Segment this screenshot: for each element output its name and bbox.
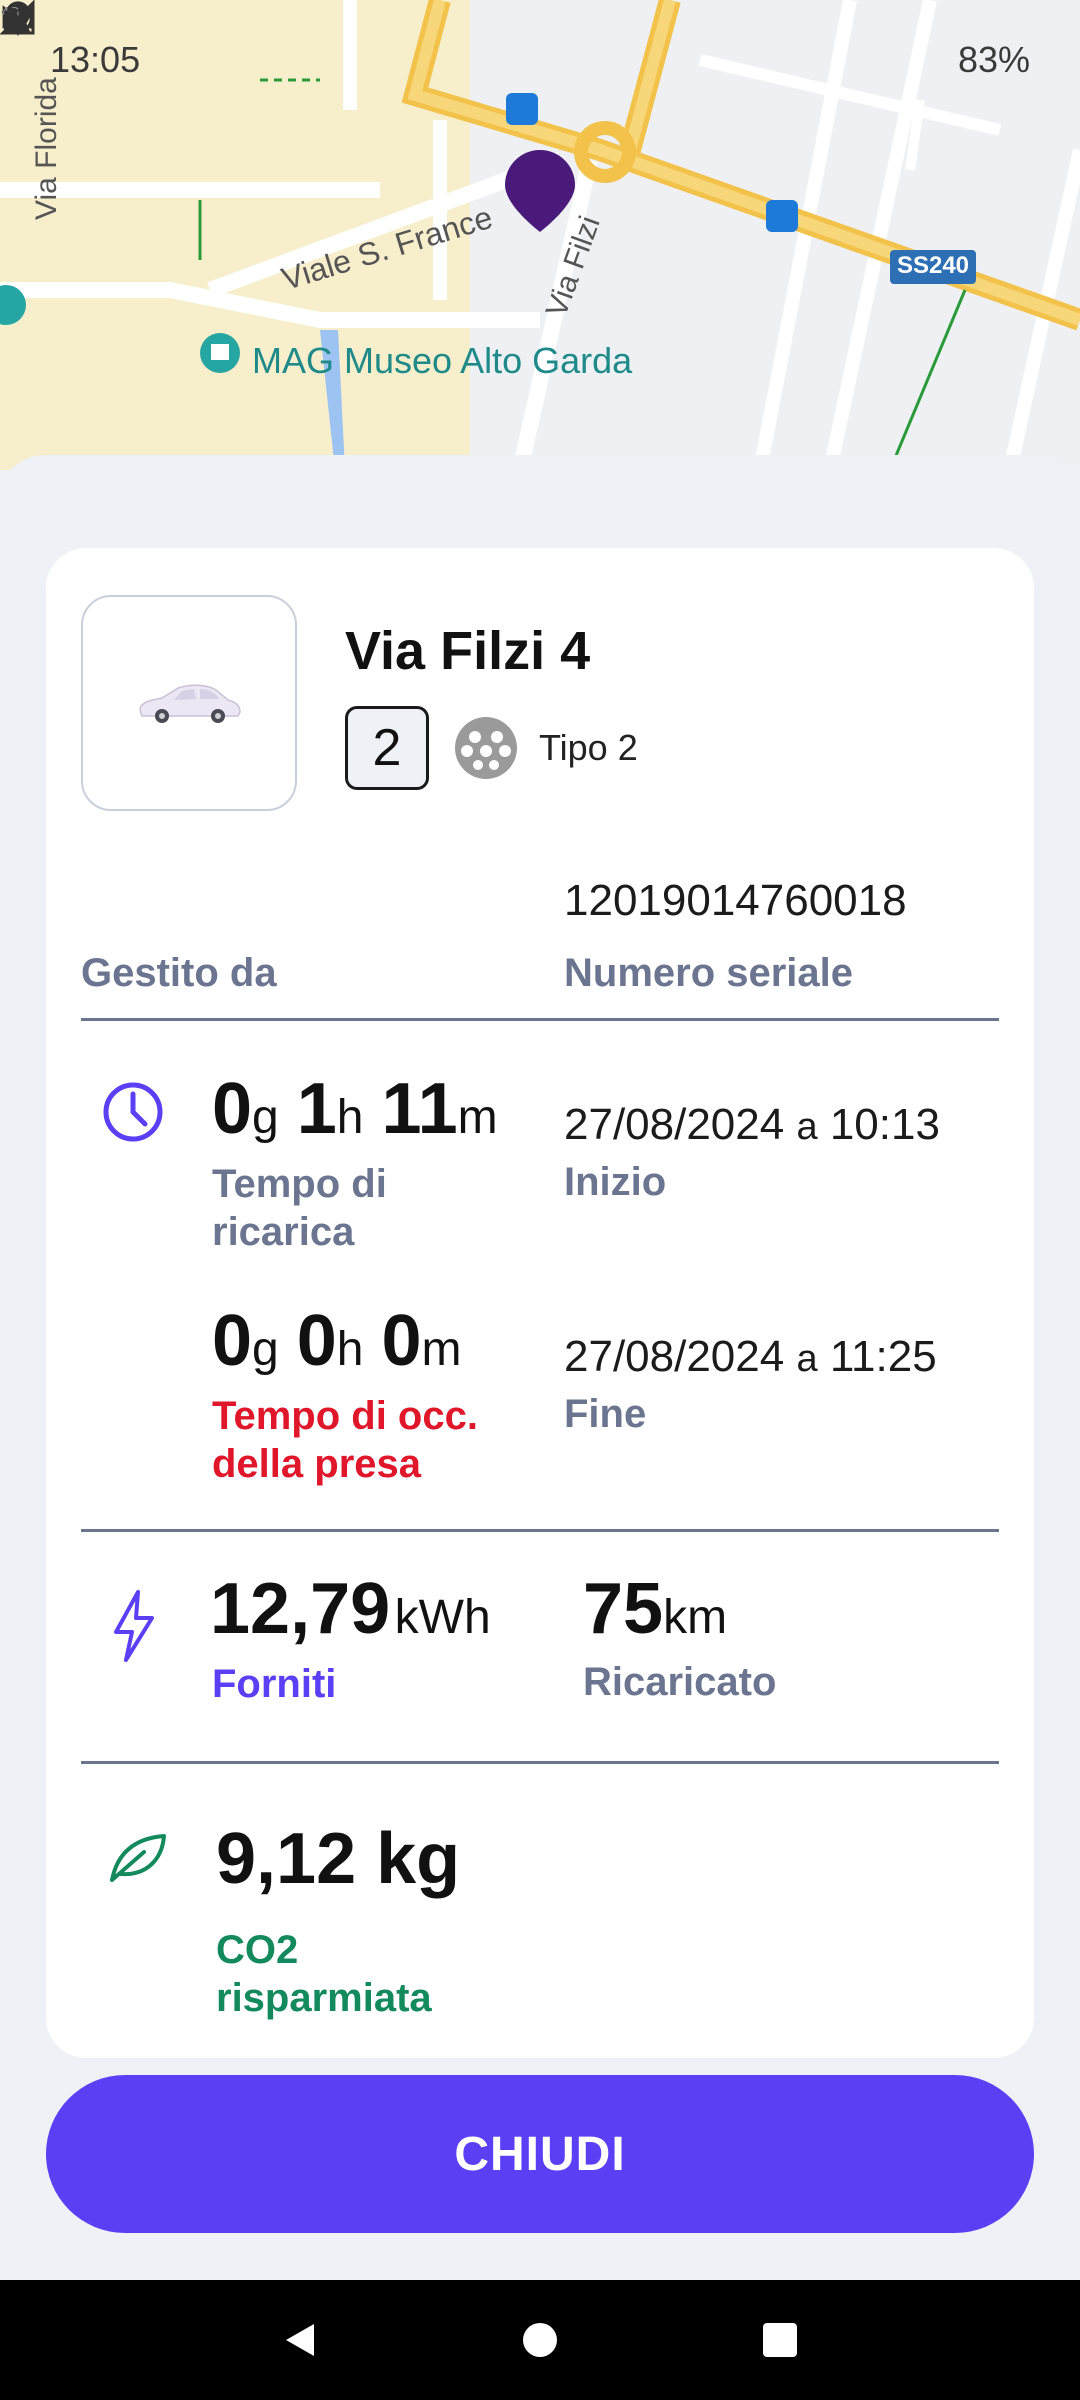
map-label-museum[interactable]: MAG Museo Alto Garda	[252, 340, 632, 382]
charge-days: 0	[212, 1069, 253, 1149]
serial-number-value: 12019014760018	[564, 876, 907, 925]
connector-count-badge: 2	[345, 706, 429, 790]
nav-back-button[interactable]	[270, 2310, 330, 2370]
start-connector-word: a	[796, 1106, 818, 1148]
clock-icon	[103, 1082, 163, 1142]
charge-hours-unit: h	[336, 1091, 364, 1144]
end-datetime: 27/08/2024 a 11:25	[564, 1332, 937, 1382]
station-thumbnail	[81, 595, 297, 811]
end-time: 11:25	[829, 1332, 937, 1381]
recents-square-icon	[763, 2323, 797, 2357]
connector-info: 2 Tipo 2	[345, 706, 638, 790]
charge-duration: 0g 1h 11m	[212, 1068, 498, 1150]
energy-value: 12,79	[210, 1569, 391, 1649]
station-title: Via Filzi 4	[345, 621, 591, 681]
session-details-card: Via Filzi 4 2 Tipo 2 12019014760018 Gest…	[46, 548, 1034, 2058]
start-time: 10:13	[829, 1100, 940, 1149]
nav-recents-button[interactable]	[750, 2310, 810, 2370]
energy-unit: kWh	[394, 1591, 491, 1644]
close-button[interactable]: CHIUDI	[46, 2075, 1034, 2233]
battery-percentage: 83%	[957, 39, 1030, 80]
managed-by-label: Gestito da	[81, 951, 277, 995]
energy-value-row: 12,79 kWh	[210, 1568, 491, 1650]
lightning-icon	[114, 1590, 154, 1662]
divider	[81, 1018, 999, 1021]
occupation-hours-unit: h	[336, 1323, 364, 1376]
status-bar: 13:05 Vo)LTE 4G 83%	[0, 0, 1080, 120]
start-date: 27/08/2024	[564, 1100, 785, 1149]
occupation-hours: 0	[296, 1301, 337, 1381]
charge-days-unit: g	[252, 1091, 279, 1144]
battery-icon	[4, 7, 18, 28]
co2-label: CO2 risparmiata	[216, 1928, 432, 2020]
system-nav-bar	[0, 2280, 1080, 2400]
home-circle-icon	[523, 2323, 557, 2357]
divider	[81, 1529, 999, 1532]
start-datetime: 27/08/2024 a 10:13	[564, 1100, 940, 1150]
occupation-minutes: 0	[381, 1301, 422, 1381]
distance-unit: km	[663, 1591, 728, 1644]
charge-minutes-unit: m	[457, 1091, 498, 1144]
occupation-time-label: Tempo di occ. della presa	[212, 1394, 478, 1486]
charge-minutes: 11	[381, 1069, 458, 1149]
occupation-minutes-unit: m	[421, 1323, 462, 1376]
end-date: 27/08/2024	[564, 1332, 785, 1381]
occupation-days-unit: g	[252, 1323, 279, 1376]
distance-value: 75	[583, 1569, 664, 1649]
charge-hours: 1	[296, 1069, 337, 1149]
leaf-icon	[110, 1834, 166, 1882]
start-label: Inizio	[564, 1160, 667, 1204]
distance-label: Ricaricato	[583, 1660, 777, 1704]
car-icon	[139, 684, 241, 723]
distance-value-row: 75km	[583, 1568, 727, 1650]
energy-label: Forniti	[212, 1662, 337, 1706]
occupation-duration: 0g 0h 0m	[212, 1300, 462, 1382]
end-label: Fine	[564, 1392, 647, 1436]
status-time: 13:05	[50, 39, 141, 80]
charge-time-label: Tempo di ricarica	[212, 1162, 387, 1254]
road-badge-ss240: SS240	[896, 252, 970, 279]
co2-value: 9,12 kg	[216, 1819, 461, 1899]
back-triangle-icon	[286, 2324, 314, 2356]
occupation-days: 0	[212, 1301, 253, 1381]
divider	[81, 1761, 999, 1764]
map-view[interactable]: Via Florida Viale S. France Via Filzi SS…	[0, 0, 1080, 470]
end-connector-word: a	[796, 1338, 818, 1380]
connector-type-label: Tipo 2	[539, 727, 638, 768]
nav-home-button[interactable]	[510, 2310, 570, 2370]
type2-plug-icon	[455, 717, 517, 779]
serial-number-label: Numero seriale	[564, 951, 854, 995]
